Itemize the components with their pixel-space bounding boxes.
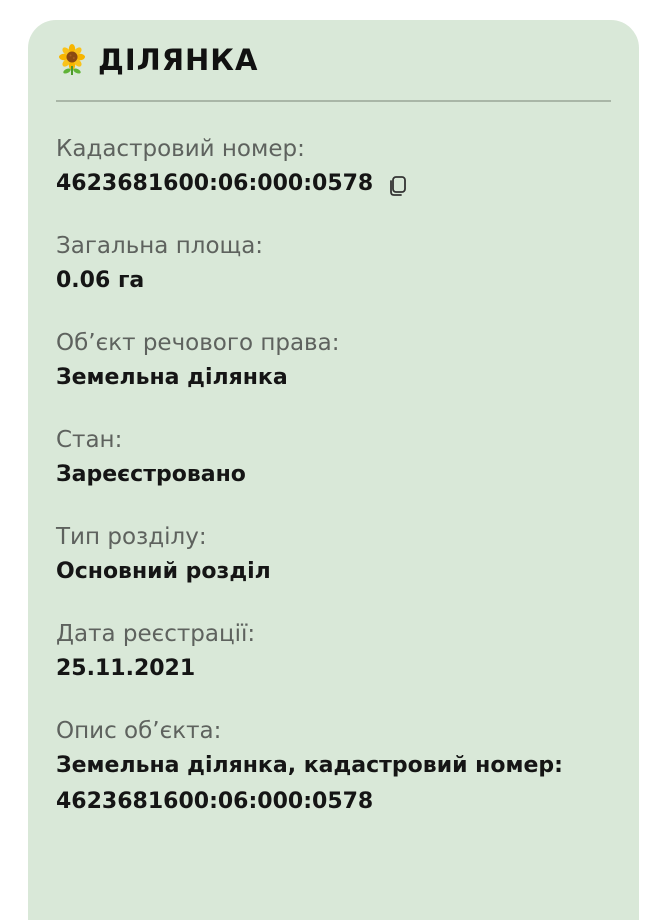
field-label: Об’єкт речового права: [56,330,340,356]
field-label: Кадастровий номер: [56,136,305,162]
field-label: Дата реєстрації: [56,621,256,647]
section-title: ДІЛЯНКА [98,43,259,77]
field-value: 25.11.2021 [56,656,196,681]
field-value: 0.06 га [56,268,145,293]
field-section-type: Тип розділу: Основний розділ [56,520,611,590]
field-label: Загальна площа: [56,233,264,259]
field-value: 4623681600:06:000:0578 [56,166,611,202]
field-object-description: Опис об’єкта: Земельна ділянка, кадастро… [56,714,611,820]
field-label: Тип розділу: [56,524,207,550]
field-total-area: Загальна площа: 0.06 га [56,229,611,299]
field-cadastral-number: Кадастровий номер: 4623681600:06:000:057… [56,132,611,202]
sunflower-icon [56,44,88,76]
plot-info-card: ДІЛЯНКА Кадастровий номер: 4623681600:06… [28,20,639,920]
copy-icon[interactable] [387,173,409,196]
field-label: Стан: [56,427,123,453]
field-property-object: Об’єкт речового права: Земельна ділянка [56,326,611,396]
field-registration-date: Дата реєстрації: 25.11.2021 [56,617,611,687]
field-value: Земельна ділянка, кадастровий номер: 462… [56,753,563,814]
field-label: Опис об’єкта: [56,718,222,744]
cadastral-number-value: 4623681600:06:000:0578 [56,171,374,196]
field-value: Основний розділ [56,559,271,584]
field-value: Зареєстровано [56,462,246,487]
field-status: Стан: Зареєстровано [56,423,611,493]
section-header: ДІЛЯНКА [56,20,611,102]
field-value: Земельна ділянка [56,365,288,390]
